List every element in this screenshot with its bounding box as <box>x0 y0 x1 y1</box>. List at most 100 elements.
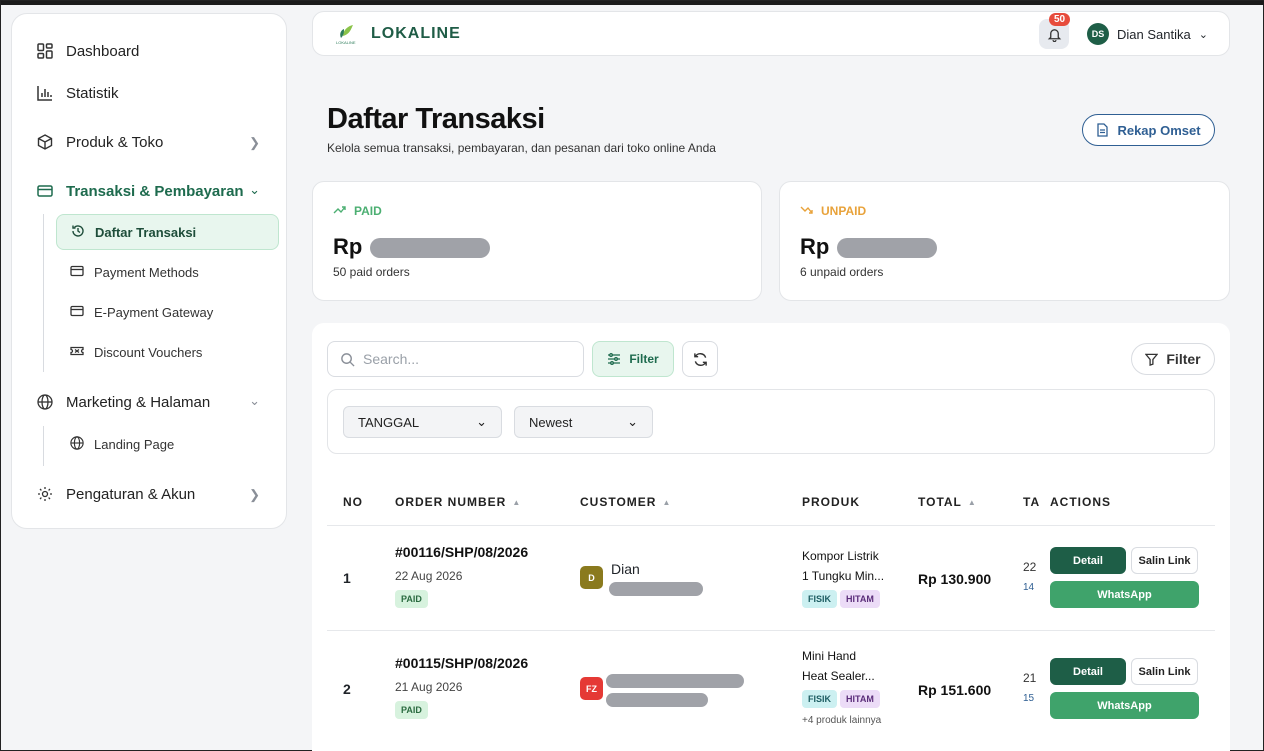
col-header-label: ACTIONS <box>1050 495 1111 509</box>
notification-badge: 50 <box>1049 13 1071 26</box>
col-header-customer[interactable]: CUSTOMER ▲ <box>580 495 671 509</box>
sort-select-value: Newest <box>529 414 573 430</box>
trending-up-icon <box>333 204 346 218</box>
bell-icon <box>1047 28 1061 42</box>
order-number[interactable]: #00116/SHP/08/2026 <box>395 544 528 560</box>
rekap-omset-button[interactable]: Rekap Omset <box>1082 114 1215 146</box>
logo-icon: LOKALINE <box>336 25 356 45</box>
window-top-edge <box>1 1 1264 5</box>
sidebar-item-label: Pengaturan & Akun <box>66 485 196 503</box>
history-icon <box>71 224 85 241</box>
col-header-label: TA <box>1023 495 1041 509</box>
row-number: 2 <box>343 681 351 697</box>
sidebar-item-statistik[interactable]: Statistik <box>36 84 119 102</box>
sort-icon: ▲ <box>512 497 522 507</box>
product-tag: FISIK <box>802 690 838 708</box>
date-select[interactable]: TANGGAL ⌄ <box>343 406 502 438</box>
sidebar-item-label: Statistik <box>66 84 119 102</box>
product-line-2: Heat Sealer... <box>802 669 875 683</box>
chevron-down-icon: ⌄ <box>249 393 260 408</box>
unpaid-label: UNPAID <box>821 204 867 218</box>
user-menu[interactable]: DS Dian Santika ⌄ <box>1087 23 1208 45</box>
chevron-right-icon: ❯ <box>249 135 260 150</box>
col-header-no: NO <box>343 495 363 509</box>
redacted-phone <box>609 582 703 596</box>
col-header-total[interactable]: TOTAL ▲ <box>918 495 977 509</box>
order-total: Rp 130.900 <box>918 571 992 587</box>
paid-count: 50 paid orders <box>333 265 410 279</box>
copy-link-button[interactable]: Salin Link <box>1131 658 1198 685</box>
col-header-actions: ACTIONS <box>1050 495 1111 509</box>
date-cell-truncated: 21 <box>1023 671 1037 685</box>
credit-card-icon <box>70 264 84 281</box>
chevron-down-icon: ⌄ <box>627 414 638 429</box>
sidebar-item-produk-toko[interactable]: Produk & Toko <box>36 133 264 151</box>
sidebar-item-dashboard[interactable]: Dashboard <box>36 42 139 60</box>
svg-text:LOKALINE: LOKALINE <box>336 40 356 45</box>
customer-name: Dian <box>611 561 640 577</box>
credit-card-icon <box>36 182 54 200</box>
product-line-1: Mini Hand <box>802 649 857 663</box>
product-tag: HITAM <box>840 690 880 708</box>
product-tag: FISIK <box>802 590 838 608</box>
redacted-amount <box>370 238 491 259</box>
top-header: LOKALINE LOKALINE 50 DS Dian Santika ⌄ <box>312 11 1230 56</box>
refresh-button[interactable] <box>682 341 718 377</box>
brand-name: LOKALINE <box>371 25 461 42</box>
paid-label: PAID <box>354 204 382 218</box>
sidebar-item-label: Transaksi & Pembayaran <box>66 182 244 200</box>
filter-toggle-button[interactable]: Filter <box>592 341 674 377</box>
unpaid-amount: Rp <box>800 234 938 260</box>
sidebar-item-pengaturan[interactable]: Pengaturan & Akun <box>36 485 195 503</box>
paid-label-row: PAID <box>333 204 382 218</box>
sidebar-item-marketing[interactable]: Marketing & Halaman <box>36 393 210 411</box>
brand-logo[interactable]: LOKALINE LOKALINE <box>335 22 461 46</box>
col-header-order[interactable]: ORDER NUMBER ▲ <box>395 495 521 509</box>
user-name: Dian Santika <box>1117 26 1191 42</box>
more-products-link[interactable]: +4 produk lainnya <box>802 715 881 726</box>
whatsapp-button[interactable]: WhatsApp <box>1050 692 1199 719</box>
date-cell-truncated: 22 <box>1023 560 1037 574</box>
submenu-line <box>43 214 44 372</box>
unpaid-label-row: UNPAID <box>800 204 866 218</box>
filter-button[interactable]: Filter <box>1131 343 1215 375</box>
paid-currency: Rp <box>333 234 363 259</box>
trending-down-icon <box>800 204 813 218</box>
filter-label: Filter <box>629 352 659 366</box>
gear-icon <box>36 485 54 503</box>
chevron-down-icon: ⌄ <box>476 414 487 429</box>
sidebar-subitem-discount-vouchers[interactable]: Discount Vouchers <box>56 334 279 370</box>
col-header-label: ORDER NUMBER <box>395 495 507 509</box>
paid-amount: Rp <box>333 234 491 260</box>
sort-select[interactable]: Newest ⌄ <box>514 406 653 438</box>
col-header-produk: PRODUK <box>802 495 860 509</box>
sidebar-subitem-payment-methods[interactable]: Payment Methods <box>56 254 279 290</box>
globe-icon <box>70 435 84 453</box>
sidebar-item-label: Dashboard <box>66 42 140 60</box>
funnel-icon <box>1145 353 1159 366</box>
sidebar-item-transaksi[interactable]: Transaksi & Pembayaran <box>36 182 244 200</box>
product-tag: HITAM <box>840 590 880 608</box>
date-select-value: TANGGAL <box>358 414 420 430</box>
submenu-line <box>43 426 44 466</box>
globe-icon <box>36 393 54 411</box>
col-header-tanggal[interactable]: TA <box>1023 495 1040 509</box>
detail-button[interactable]: Detail <box>1050 547 1126 574</box>
sliders-icon <box>608 353 621 365</box>
whatsapp-button[interactable]: WhatsApp <box>1050 581 1199 608</box>
sidebar-item-label: Produk & Toko <box>66 133 164 151</box>
chevron-right-icon: ❯ <box>249 487 260 502</box>
page-title: Daftar Transaksi <box>327 103 545 135</box>
sort-icon: ▲ <box>662 497 672 507</box>
order-number[interactable]: #00115/SHP/08/2026 <box>395 655 528 671</box>
copy-link-button[interactable]: Salin Link <box>1131 547 1198 574</box>
redacted-phone <box>606 693 708 707</box>
detail-button[interactable]: Detail <box>1050 658 1126 685</box>
search-input[interactable]: Search... <box>327 341 584 377</box>
sidebar-subitem-e-payment[interactable]: E-Payment Gateway <box>56 294 279 330</box>
product-line-1: Kompor Listrik <box>802 549 879 563</box>
sidebar-subitem-landing-page[interactable]: Landing Page <box>56 426 279 462</box>
transactions-panel: Search... Filter Filter TANGGAL ⌄ Newest… <box>312 323 1230 751</box>
sidebar-subitem-daftar-transaksi[interactable]: Daftar Transaksi <box>56 214 279 250</box>
filter-box: TANGGAL ⌄ Newest ⌄ <box>327 389 1215 454</box>
